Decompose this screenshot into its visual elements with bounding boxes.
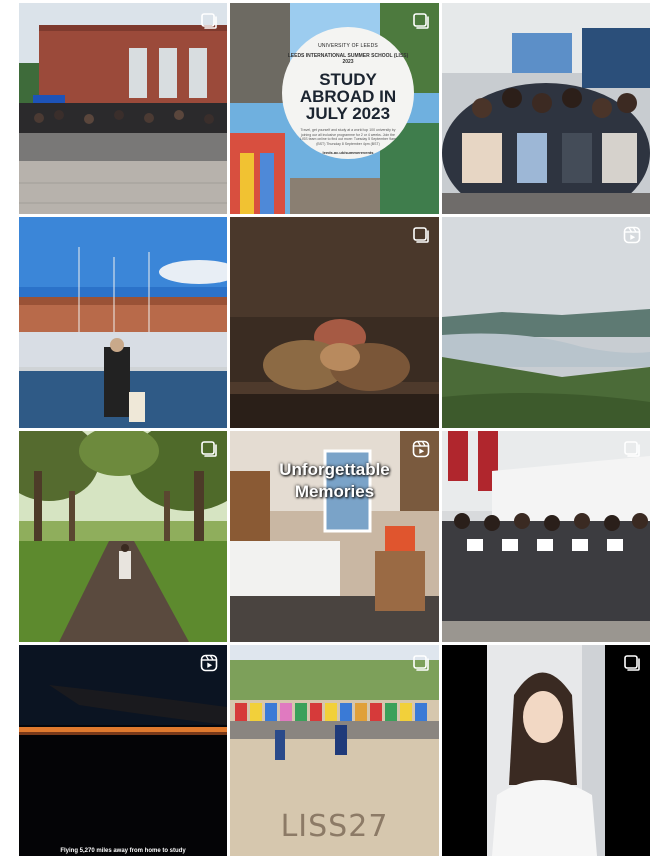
post-tile-certificate-group-photo[interactable] xyxy=(442,431,650,642)
post-tile-tree-lined-path[interactable] xyxy=(19,431,227,642)
post-tile-student-video-portrait[interactable] xyxy=(442,645,650,856)
post-tile-beach-jump-liss[interactable]: LISS27 xyxy=(230,645,439,856)
post-image xyxy=(442,645,650,856)
post-tile-plane-window-sunset[interactable]: Flying 5,270 miles away from home to stu… xyxy=(19,645,227,856)
carousel-icon xyxy=(200,440,218,458)
post-image xyxy=(19,645,227,856)
post-tile-lake-district-view[interactable] xyxy=(442,217,650,428)
poster-university: UNIVERSITY OF LEEDS xyxy=(318,43,378,49)
post-tile-group-photo-brick-building[interactable] xyxy=(19,3,227,214)
poster-subtitle: LEEDS INTERNATIONAL SUMMER SCHOOL (LISS)… xyxy=(287,53,409,65)
carousel-icon xyxy=(412,12,430,30)
carousel-icon xyxy=(412,226,430,244)
poster-link: leeds.ac.uk/summerevents xyxy=(322,150,374,155)
reel-overlay-text: Unforgettable Memories xyxy=(279,460,390,501)
post-image xyxy=(19,3,227,214)
post-image xyxy=(19,217,227,428)
post-image xyxy=(442,3,650,214)
carousel-icon xyxy=(200,12,218,30)
post-tile-bread-still-life[interactable] xyxy=(230,217,439,428)
post-image xyxy=(230,217,439,428)
poster-circle: UNIVERSITY OF LEEDS LEEDS INTERNATIONAL … xyxy=(282,27,414,159)
post-image xyxy=(442,217,650,428)
reel-overlay-text: Flying 5,270 miles away from home to stu… xyxy=(60,848,186,854)
post-image xyxy=(442,431,650,642)
post-image xyxy=(19,431,227,642)
poster-title: STUDY ABROAD IN JULY 2023 xyxy=(299,70,397,123)
reel-icon xyxy=(412,440,430,458)
post-tile-dorm-room-reel[interactable]: Unforgettable Memories xyxy=(230,431,439,642)
post-tile-study-abroad-poster[interactable]: UNIVERSITY OF LEEDS LEEDS INTERNATIONAL … xyxy=(230,3,439,214)
post-tile-classroom-group-photo[interactable] xyxy=(442,3,650,214)
post-tile-harbour-portrait[interactable] xyxy=(19,217,227,428)
reel-icon xyxy=(200,654,218,672)
carousel-icon xyxy=(623,654,641,672)
profile-post-grid: UNIVERSITY OF LEEDS LEEDS INTERNATIONAL … xyxy=(19,3,652,856)
carousel-icon xyxy=(412,654,430,672)
reel-icon xyxy=(623,226,641,244)
poster-body: Travel, get yourself and study at a worl… xyxy=(300,128,396,146)
carousel-icon xyxy=(623,440,641,458)
